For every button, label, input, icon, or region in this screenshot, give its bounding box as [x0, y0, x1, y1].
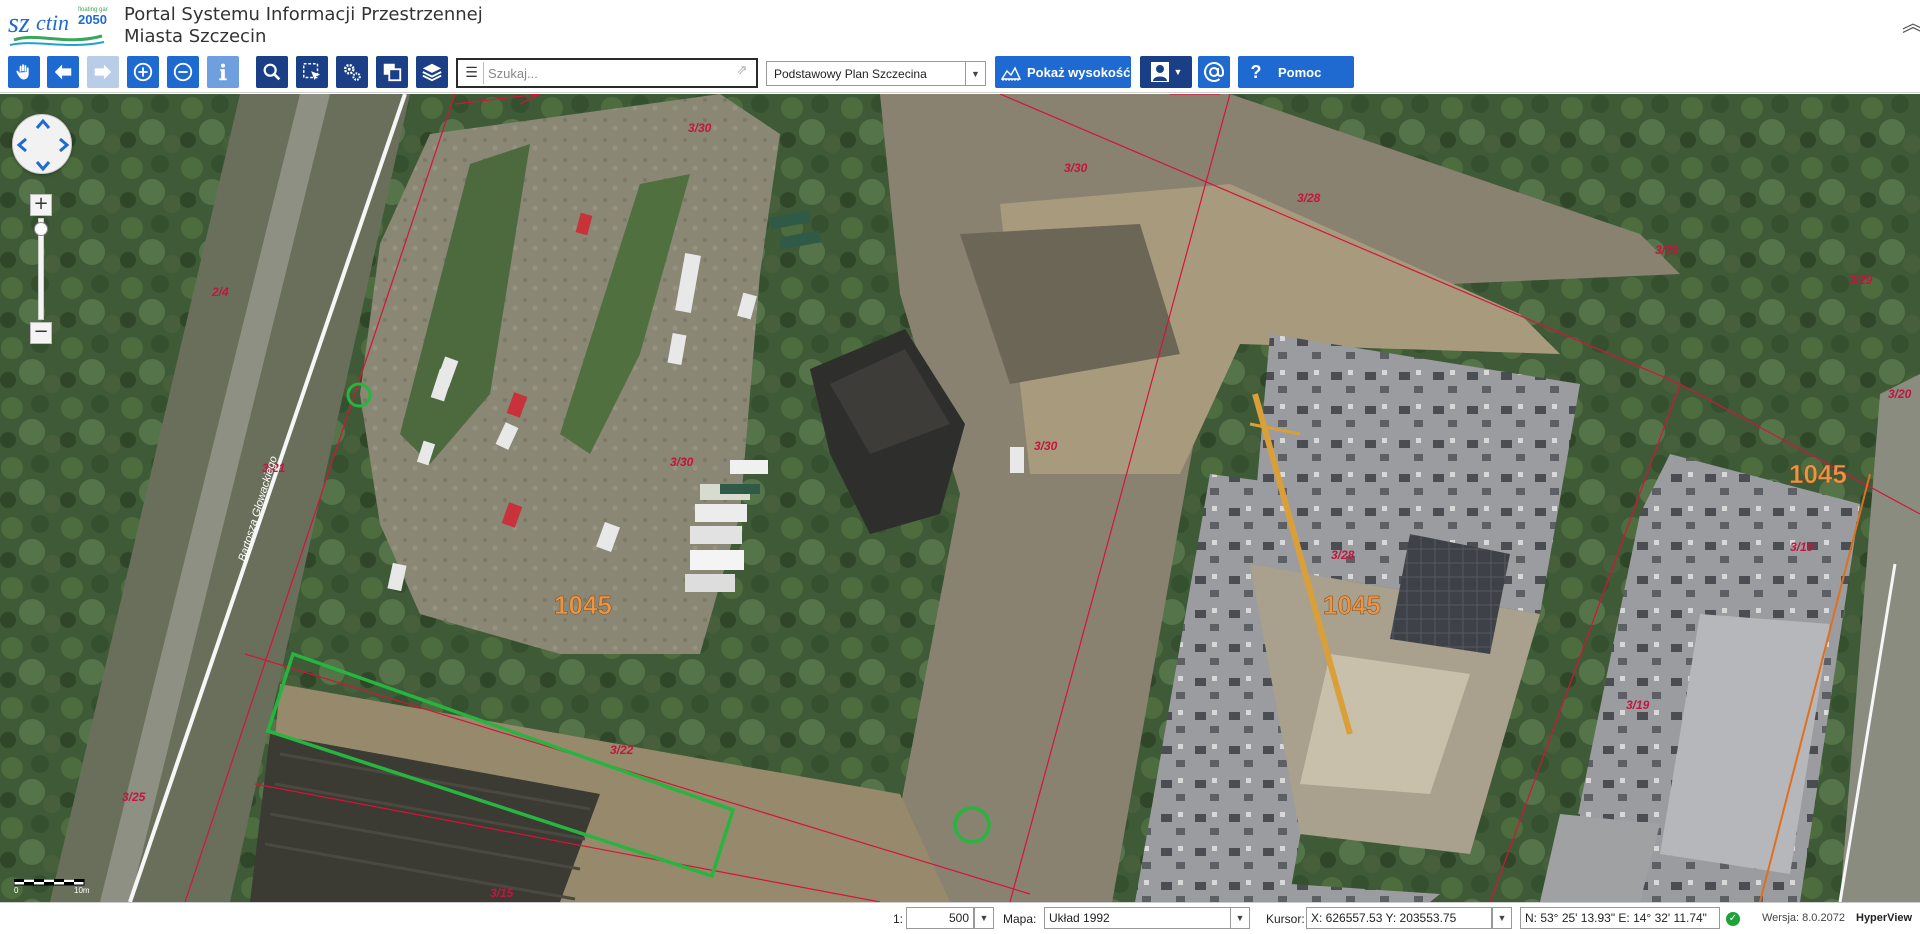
arrow-right-icon [94, 64, 112, 80]
city-logo[interactable]: sz ctin 2050 floating garden [6, 2, 118, 50]
version-label: Wersja: 8.0.2072 [1762, 912, 1845, 924]
info-icon [219, 63, 227, 81]
zoom-in-tool-button[interactable] [127, 56, 159, 88]
parcel-label[interactable]: 3/30 [688, 121, 712, 135]
pan-tool-button[interactable] [8, 56, 40, 88]
scale-label-end: 10m [74, 886, 90, 895]
show-height-button[interactable]: Pokaż wysokość [995, 56, 1131, 88]
parcel-label[interactable]: 2/4 [211, 285, 229, 299]
chevron-down-icon[interactable]: ▼ [1492, 907, 1512, 929]
at-sign-icon [1204, 61, 1224, 82]
search-tool-button[interactable] [256, 56, 288, 88]
svg-text:floating garden: floating garden [78, 7, 108, 13]
info-tool-button[interactable] [207, 56, 239, 88]
svg-text:2050: 2050 [78, 12, 107, 27]
zoom-out-tool-button[interactable] [167, 56, 199, 88]
svg-text:sz: sz [8, 8, 30, 39]
zoom-slider-handle[interactable] [34, 222, 48, 236]
pan-right-icon[interactable] [59, 137, 70, 153]
magnifier-icon [263, 63, 281, 81]
chevron-down-icon: ▼ [1173, 67, 1183, 77]
parcel-label[interactable]: 3/19 [1626, 698, 1650, 712]
collapse-header-icon[interactable]: ︽ [1902, 14, 1920, 52]
settings-tool-button[interactable] [336, 56, 368, 88]
cursor-label: Kursor: [1266, 912, 1305, 926]
page-subtitle: Miasta Szczecin [124, 26, 267, 47]
gears-icon [343, 63, 361, 81]
pan-down-icon[interactable] [35, 161, 51, 172]
map-crs-label: Mapa: [1003, 912, 1037, 926]
question-icon: ? [1250, 61, 1262, 82]
district-label: 1045 [554, 590, 612, 620]
select-tool-button[interactable] [296, 56, 328, 88]
selection-icon [303, 63, 321, 81]
parcel-label[interactable]: 3/29 [1849, 273, 1873, 287]
brand-label[interactable]: HyperView [1856, 912, 1912, 924]
parcel-label[interactable]: 3/30 [1064, 161, 1088, 175]
parcel-label[interactable]: 3/28 [1331, 548, 1355, 562]
user-menu-button[interactable]: ▼ [1140, 56, 1192, 88]
pan-left-icon[interactable] [16, 137, 27, 153]
hand-icon [15, 63, 30, 81]
geo-coordinates: N: 53° 25' 13.93" E: 14° 32' 11.74" [1520, 907, 1720, 929]
help-label: Pomoc [1278, 64, 1322, 80]
zoom-in-button[interactable]: + [30, 194, 52, 216]
search-input[interactable] [488, 63, 718, 83]
layers-icon [422, 63, 442, 82]
parcel-label[interactable]: 3/15 [490, 886, 514, 900]
parcel-label[interactable]: 3/28 [1297, 191, 1321, 205]
connection-ok-icon: ✓ [1726, 912, 1740, 926]
crs-select[interactable]: Układ 1992 [1044, 907, 1232, 929]
forward-button[interactable] [87, 56, 119, 88]
map-viewport[interactable]: 3/30 3/30 3/28 3/29 3/29 3/20 2/4 3/30 3… [0, 94, 1920, 902]
search-box: ☰ ⇗ [456, 58, 758, 88]
zoom-out-icon [173, 62, 193, 82]
parcel-label[interactable]: 3/30 [1034, 439, 1058, 453]
pan-up-icon[interactable] [35, 118, 51, 129]
scale-label-start: 0 [14, 886, 19, 895]
cursor-coordinates: X: 626557.53 Y: 203553.75 [1306, 907, 1492, 929]
scale-bar: 0 10m [13, 876, 90, 895]
chevron-down-icon[interactable]: ▼ [1230, 907, 1250, 929]
search-options-icon[interactable]: ☰ [460, 62, 484, 84]
parcel-label[interactable]: 3/25 [122, 790, 146, 804]
district-label: 1045 [1789, 459, 1847, 489]
aerial-imagery[interactable]: 3/30 3/30 3/28 3/29 3/29 3/20 2/4 3/30 3… [0, 94, 1920, 902]
terrain-height-icon [1001, 66, 1021, 81]
show-height-label: Pokaż wysokość [1027, 64, 1131, 80]
arrow-left-icon [54, 64, 72, 80]
header: sz ctin 2050 floating garden Portal Syst… [0, 0, 1920, 93]
base-map-select[interactable]: Podstawowy Plan Szczecina ▼ [766, 61, 986, 86]
layers-tool-button[interactable] [416, 56, 448, 88]
user-icon [1150, 62, 1169, 82]
pan-navigation-control[interactable] [12, 114, 72, 174]
svg-text:ctin: ctin [36, 10, 69, 35]
chevron-down-icon[interactable]: ▼ [965, 62, 985, 85]
parcel-label[interactable]: 3/30 [670, 455, 694, 469]
parcel-label[interactable]: 3/19 [1790, 540, 1814, 554]
contact-button[interactable] [1198, 56, 1230, 88]
windows-tool-button[interactable] [376, 56, 408, 88]
gis-portal-app: sz ctin 2050 floating garden Portal Syst… [0, 0, 1920, 934]
search-submit-icon[interactable]: ⇗ [732, 63, 752, 81]
scale-input[interactable]: 500 [906, 907, 974, 929]
help-button[interactable]: ? Pomoc [1238, 56, 1354, 88]
back-button[interactable] [47, 56, 79, 88]
district-label: 1045 [1323, 590, 1381, 620]
page-title: Portal Systemu Informacji Przestrzennej [124, 4, 483, 25]
parcel-label[interactable]: 3/29 [1655, 243, 1679, 257]
scale-prefix: 1: [893, 912, 904, 926]
zoom-out-button[interactable]: − [30, 322, 52, 344]
chevron-down-icon[interactable]: ▼ [974, 907, 994, 929]
status-bar: 1: 500 ▼ Mapa: Układ 1992 ▼ Kursor: X: 6… [0, 902, 1920, 934]
parcel-label[interactable]: 3/20 [1888, 387, 1912, 401]
zoom-in-icon [133, 62, 153, 82]
parcel-label[interactable]: 3/22 [610, 743, 634, 757]
windows-icon [383, 63, 402, 82]
base-map-select-value: Podstawowy Plan Szczecina [774, 67, 927, 81]
